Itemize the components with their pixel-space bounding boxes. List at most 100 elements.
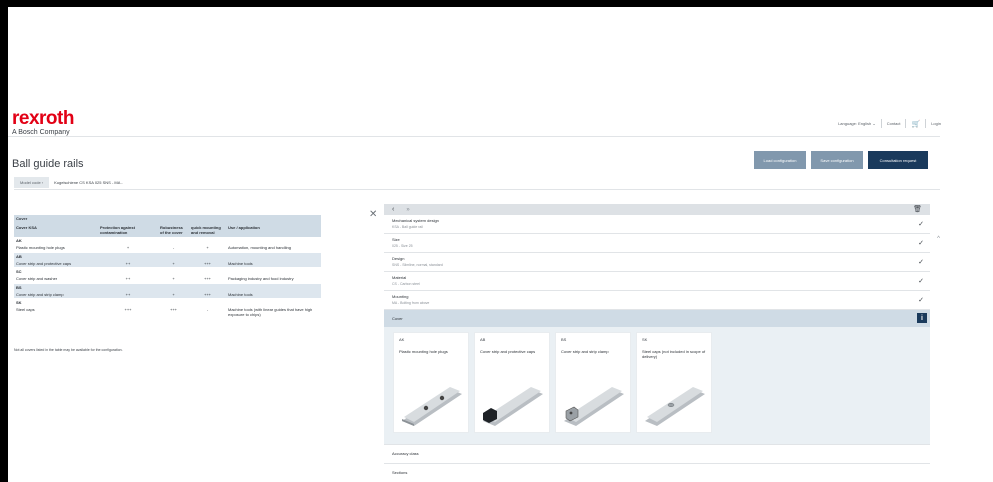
cover-step-expanded: Cover i AK Plastic mounting hole plugs A… xyxy=(384,310,930,445)
save-configuration-button[interactable]: Save configuration xyxy=(811,151,863,169)
use-application: Automation, mounting and handling xyxy=(226,244,321,253)
step-value: MA - Bolting from above xyxy=(392,301,430,305)
cover-options: AK Plastic mounting hole plugs AB Cover … xyxy=(393,332,717,433)
row-name: Steel caps xyxy=(14,306,98,319)
row-code: BS xyxy=(14,283,98,291)
mounting-rating: - xyxy=(189,306,226,319)
row-name: Plastic mounting hole plugs xyxy=(14,244,98,253)
panel-toolbar: ‹ » 🗑 xyxy=(384,204,930,215)
robustness-rating: +++ xyxy=(158,306,189,319)
rail-strip-caps-image xyxy=(483,387,543,426)
login-link[interactable]: Login xyxy=(931,121,941,126)
check-icon: ✓ xyxy=(918,240,924,247)
config-step[interactable]: Material CS - Carbon steel ✓ xyxy=(384,272,930,291)
nav-divider xyxy=(880,119,882,128)
column-header: Protection against contamination xyxy=(98,224,158,237)
row-code: AB xyxy=(14,252,98,260)
step-title: Material xyxy=(392,275,407,280)
cart-icon[interactable]: 🛒 xyxy=(911,120,920,128)
rail-strip-clamp-image xyxy=(564,387,624,426)
protection-rating: ++ xyxy=(98,259,158,268)
brand-name: rexroth xyxy=(12,108,74,129)
mounting-rating: + xyxy=(189,244,226,253)
use-application: Machine tools xyxy=(226,290,321,299)
option-name: Cover strip and protective caps xyxy=(480,349,536,354)
robustness-rating: + xyxy=(158,259,189,268)
language-selector[interactable]: Language: English ⌄ xyxy=(838,121,876,126)
cover-comparison-table: Cover Cover KSA Protection against conta… xyxy=(14,215,321,319)
table-title: Cover xyxy=(16,216,28,221)
page-frame: rexroth A Bosch Company Language: Englis… xyxy=(8,7,993,482)
table-row: Cover strip and strip clamp ++ + +++ Mac… xyxy=(14,290,321,299)
table-row: Steel caps +++ +++ - Machine tools (with… xyxy=(14,306,321,319)
step-value: CS - Carbon steel xyxy=(392,282,420,286)
step-value: 025 - Size 25 xyxy=(392,244,413,248)
option-name: Plastic mounting hole plugs xyxy=(399,349,448,354)
header-divider xyxy=(8,136,940,137)
column-header: quick mounting and removal xyxy=(189,224,226,237)
option-name: Cover strip and strip clamp xyxy=(561,349,609,354)
protection-rating: ++ xyxy=(98,290,158,299)
use-application: Machine tools xyxy=(226,259,321,268)
config-step[interactable]: Mechanical system design KSA - Ball guid… xyxy=(384,215,940,242)
config-step-sections[interactable]: Sections xyxy=(384,464,930,482)
robustness-rating: - xyxy=(158,244,189,253)
top-navigation: Language: English ⌄ Contact 🛒 Login xyxy=(838,119,941,128)
row-name: Cover strip and protective caps xyxy=(14,259,98,268)
mounting-rating: +++ xyxy=(189,290,226,299)
step-title: Design xyxy=(392,256,405,261)
model-code-bar: Model code ‹ Kugelschiene CS KSA 025 SNS… xyxy=(14,176,940,190)
cover-option-card[interactable]: BS Cover strip and strip clamp xyxy=(555,332,631,433)
model-code-value: Kugelschiene CS KSA 025 SNS - MA - xyxy=(54,180,123,185)
rail-steel-caps-image xyxy=(645,387,705,426)
check-icon: ✓ xyxy=(918,259,924,266)
load-configuration-button[interactable]: Load configuration xyxy=(754,151,806,169)
robustness-rating: + xyxy=(158,275,189,284)
step-title: Cover xyxy=(392,316,403,321)
option-code: BS xyxy=(561,337,567,342)
config-step[interactable]: Mounting MA - Bolting from above ✓ xyxy=(384,291,930,310)
option-code: AK xyxy=(399,337,405,342)
contact-link[interactable]: Contact xyxy=(887,121,901,126)
config-step[interactable]: Design SNS - Slimline, normal, standard … xyxy=(384,253,930,272)
table-row: Cover strip and washer ++ + +++ Packagin… xyxy=(14,275,321,284)
protection-rating: ++ xyxy=(98,275,158,284)
protection-rating: + xyxy=(98,244,158,253)
cover-step-header[interactable]: Cover i xyxy=(384,310,930,327)
step-title: Mechanical system design xyxy=(392,218,439,223)
step-title: Size xyxy=(392,237,400,242)
cover-option-card[interactable]: AK Plastic mounting hole plugs xyxy=(393,332,469,433)
option-code: SK xyxy=(642,337,648,342)
rail-plugs-image xyxy=(402,387,462,426)
rexroth-logo[interactable]: rexroth A Bosch Company xyxy=(12,108,74,136)
option-code: AB xyxy=(480,337,486,342)
column-header: Cover KSA xyxy=(14,224,98,237)
option-name: Steel caps (not included in scope of del… xyxy=(642,349,706,359)
config-step[interactable]: Size 025 - Size 25 ✓ xyxy=(384,234,930,253)
info-icon[interactable]: i xyxy=(917,313,927,323)
trash-icon[interactable]: 🗑 xyxy=(913,205,922,213)
back-icon[interactable]: ‹ xyxy=(392,206,394,213)
step-value: SNS - Slimline, normal, standard xyxy=(392,263,443,267)
cover-option-card[interactable]: AB Cover strip and protective caps xyxy=(474,332,550,433)
step-value: KSA - Ball guide rail xyxy=(392,225,423,229)
table-note: Not all covers listed in the table may b… xyxy=(14,348,123,352)
consultation-request-button[interactable]: Consultation request xyxy=(868,151,928,169)
row-code: SK xyxy=(16,300,22,305)
model-code-toggle[interactable]: Model code ‹ xyxy=(14,177,50,188)
use-application: Packaging industry and food industry xyxy=(226,275,321,284)
table-row: Cover strip and protective caps ++ + +++… xyxy=(14,259,321,268)
column-header: Use / application xyxy=(226,224,321,237)
use-application: Machine tools (with linear guides that h… xyxy=(226,306,321,319)
scroll-up-icon[interactable]: ^ xyxy=(937,236,940,242)
cover-option-card[interactable]: SK Steel caps (not included in scope of … xyxy=(636,332,712,433)
check-icon: ✓ xyxy=(918,278,924,285)
config-step-accuracy[interactable]: Accuracy class xyxy=(384,445,930,464)
nav-divider xyxy=(905,119,907,128)
configurator-panel: ‹ » 🗑 Mechanical system design KSA - Bal… xyxy=(384,204,940,482)
row-code: SC xyxy=(16,269,22,274)
close-icon[interactable]: ✕ xyxy=(369,209,377,220)
forward-icon[interactable]: » xyxy=(406,207,409,213)
nav-divider xyxy=(925,119,927,128)
mounting-rating: +++ xyxy=(189,259,226,268)
